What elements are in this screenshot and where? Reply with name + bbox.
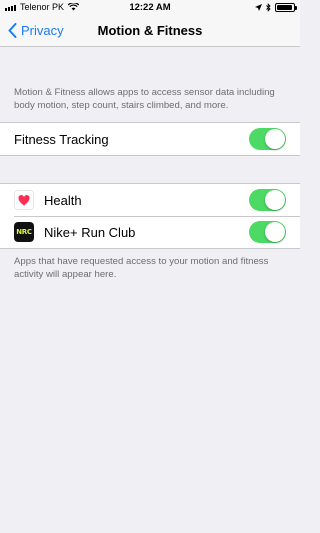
app-row-nike-run-club: NRC Nike+ Run Club [0,216,300,248]
carrier-name: Telenor PK [20,2,65,12]
app-name: Nike+ Run Club [44,224,136,240]
section-description: Motion & Fitness allows apps to access s… [14,87,275,111]
app-row-health: Health [0,184,300,216]
status-left: Telenor PK [5,2,80,12]
wifi-icon [68,3,80,11]
back-button-label: Privacy [21,22,64,38]
heart-icon [14,190,34,210]
footer-note: Apps that have requested access to your … [14,256,269,280]
nrc-icon: NRC [14,222,34,242]
fitness-tracking-group: Fitness Tracking [0,122,300,156]
navigation-bar: Privacy Motion & Fitness [0,14,300,47]
fitness-tracking-label: Fitness Tracking [14,131,109,147]
bluetooth-icon [266,2,271,12]
health-toggle[interactable] [249,189,286,211]
location-arrow-icon [255,3,262,11]
nrc-icon-text: NRC [16,228,32,236]
apps-group: Health NRC Nike+ Run Club [0,183,300,249]
fitness-tracking-row: Fitness Tracking [0,123,300,155]
signal-bars-icon [5,4,16,11]
status-bar: Telenor PK 12:22 AM [0,0,300,14]
back-button[interactable]: Privacy [0,22,64,38]
battery-icon [275,2,297,12]
fitness-tracking-toggle[interactable] [249,128,286,150]
chevron-left-icon [8,22,17,38]
toggle-knob [265,190,285,210]
status-right [255,2,297,12]
app-name: Health [44,192,82,208]
toggle-knob [265,222,285,242]
toggle-knob [265,129,285,149]
nike-run-club-toggle[interactable] [249,221,286,243]
